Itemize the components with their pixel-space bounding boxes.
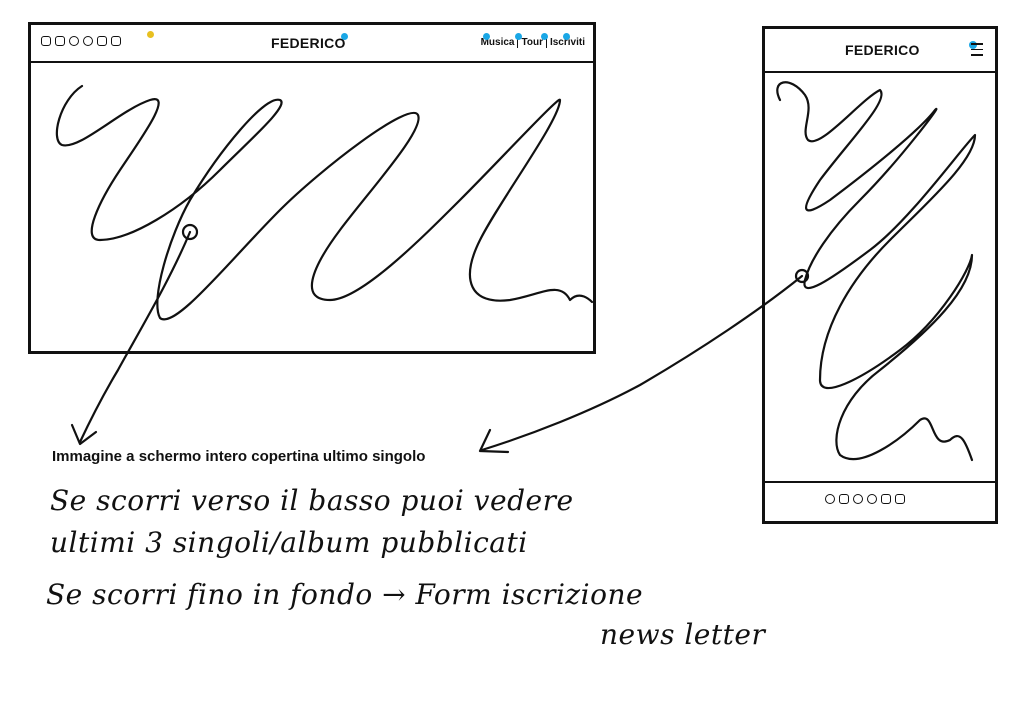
note-latest-releases: ultimi 3 singoli/album pubblicati — [50, 526, 528, 559]
note-scroll-bottom: Se scorri fino in fondo → Form iscrizion… — [46, 578, 644, 611]
note-newsletter: news letter — [600, 618, 766, 651]
hero-caption: Immagine a schermo intero copertina ulti… — [52, 448, 426, 465]
mobile-arrow — [480, 274, 804, 452]
desktop-arrow — [78, 230, 192, 444]
note-scroll-down: Se scorri verso il basso puoi vedere — [50, 484, 574, 517]
desktop-hero-scribble — [55, 84, 594, 321]
